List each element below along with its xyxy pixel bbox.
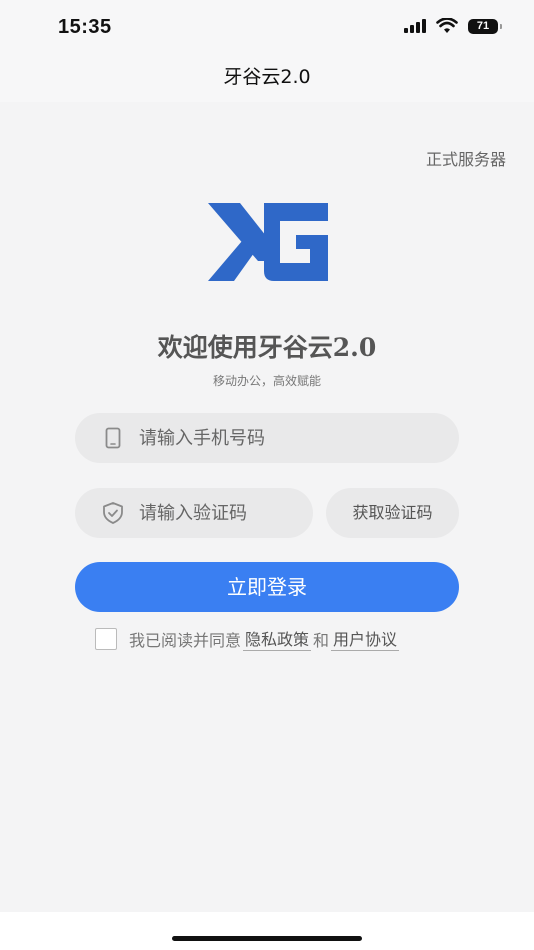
phone-field[interactable] bbox=[75, 413, 459, 463]
welcome-title: 欢迎使用牙谷云2.0 bbox=[157, 333, 377, 362]
agreement-conjunction: 和 bbox=[313, 630, 330, 650]
get-code-button[interactable]: 获取验证码 bbox=[326, 488, 459, 538]
server-switch-link[interactable]: 正式服务器 bbox=[426, 146, 506, 170]
shield-icon bbox=[101, 501, 125, 525]
wifi-icon bbox=[436, 18, 458, 33]
status-time: 15:35 bbox=[58, 16, 112, 38]
agreement-checkbox[interactable] bbox=[95, 627, 117, 650]
page-title: 牙谷云2.0 bbox=[223, 66, 311, 88]
welcome-subtitle: 移动办公，高效赋能 bbox=[212, 374, 321, 388]
code-input[interactable] bbox=[137, 501, 301, 525]
nav-bar: 牙谷云2.0 bbox=[0, 56, 534, 102]
xg-logo bbox=[208, 203, 328, 281]
agreement-row: 我已阅读并同意 隐私政策 和 用户协议 bbox=[95, 626, 400, 651]
agreement-prefix: 我已阅读并同意 bbox=[129, 630, 242, 650]
phone-input[interactable] bbox=[137, 426, 401, 450]
code-field[interactable] bbox=[75, 488, 313, 538]
status-bar: 15:35 71 bbox=[0, 0, 534, 56]
home-indicator-area bbox=[0, 912, 534, 950]
signal-icon bbox=[404, 19, 426, 33]
battery-icon: 71 bbox=[468, 18, 502, 34]
status-icons: 71 bbox=[404, 18, 502, 34]
user-agreement-link[interactable]: 用户协议 bbox=[331, 626, 400, 651]
privacy-policy-link[interactable]: 隐私政策 bbox=[243, 626, 312, 651]
home-indicator[interactable] bbox=[172, 936, 362, 941]
phone-icon bbox=[101, 426, 125, 450]
login-button[interactable]: 立即登录 bbox=[75, 562, 459, 612]
